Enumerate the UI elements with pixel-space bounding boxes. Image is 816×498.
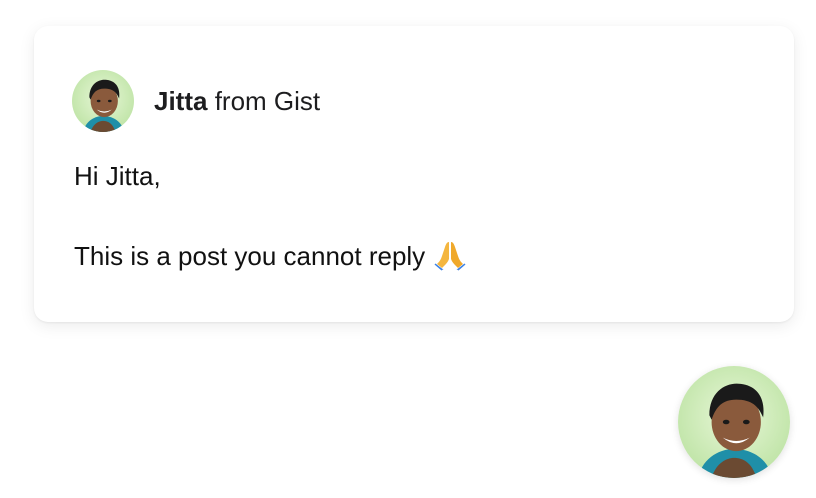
message-card[interactable]: Jitta from Gist Hi Jitta, This is a post… [34,26,794,322]
avatar-image [678,366,790,478]
body-paragraph: This is a post you cannot reply [74,236,466,276]
folded-hands-icon [434,239,466,271]
message-header: Jitta from Gist [72,70,320,132]
chat-launcher-avatar[interactable] [678,366,790,478]
message-body: Hi Jitta, This is a post you cannot repl… [74,156,466,276]
sender-suffix: from Gist [207,86,321,116]
body-text: This is a post you cannot reply [74,241,426,271]
greeting-text: Hi Jitta, [74,161,161,191]
sender-line: Jitta from Gist [154,88,320,114]
avatar-image [72,70,134,132]
sender-name: Jitta [154,86,208,116]
sender-avatar [72,70,134,132]
